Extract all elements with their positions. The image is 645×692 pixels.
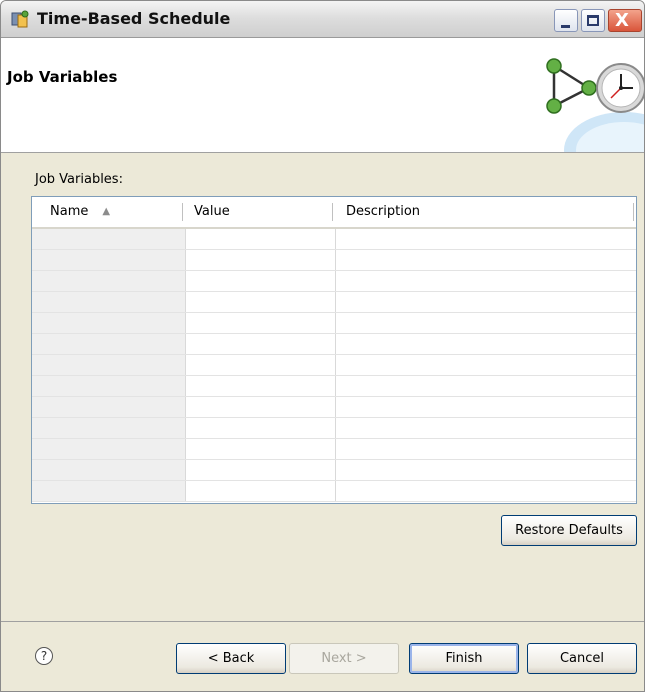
column-divider[interactable] [633, 203, 634, 221]
cell-value[interactable] [186, 229, 336, 249]
cell-value[interactable] [186, 313, 336, 333]
cell-description[interactable] [336, 229, 636, 249]
cell-name[interactable] [32, 355, 186, 375]
maximize-button[interactable] [581, 9, 605, 32]
cell-value[interactable] [186, 355, 336, 375]
close-icon: X [615, 10, 629, 31]
cell-description[interactable] [336, 334, 636, 354]
table-row[interactable] [32, 313, 636, 334]
cell-description[interactable] [336, 313, 636, 333]
cell-name[interactable] [32, 229, 186, 249]
cell-name[interactable] [32, 418, 186, 438]
cell-description[interactable] [336, 481, 636, 501]
cell-name[interactable] [32, 250, 186, 270]
column-header-name-label: Name [50, 204, 89, 219]
maximize-icon [587, 15, 599, 26]
table-row[interactable] [32, 397, 636, 418]
cell-name[interactable] [32, 397, 186, 417]
help-icon[interactable]: ? [35, 647, 53, 665]
minimize-icon [561, 25, 570, 28]
column-divider[interactable] [332, 203, 333, 221]
cancel-button[interactable]: Cancel [527, 643, 637, 674]
sort-ascending-icon: ▲ [102, 206, 111, 217]
column-header-description[interactable]: Description [346, 197, 420, 227]
table-row[interactable] [32, 460, 636, 481]
title-bar[interactable]: Time-Based Schedule X [1, 1, 644, 38]
cell-value[interactable] [186, 376, 336, 396]
cell-value[interactable] [186, 250, 336, 270]
cell-name[interactable] [32, 313, 186, 333]
table-row[interactable] [32, 292, 636, 313]
cell-name[interactable] [32, 376, 186, 396]
window-title: Time-Based Schedule [37, 9, 231, 28]
footer-divider [1, 621, 644, 622]
cell-value[interactable] [186, 439, 336, 459]
cell-value[interactable] [186, 271, 336, 291]
cell-description[interactable] [336, 418, 636, 438]
cell-description[interactable] [336, 250, 636, 270]
back-button[interactable]: < Back [176, 643, 286, 674]
cell-description[interactable] [336, 271, 636, 291]
cell-description[interactable] [336, 460, 636, 480]
wizard-header: Job Variables [1, 38, 644, 153]
cell-name[interactable] [32, 271, 186, 291]
column-header-value[interactable]: Value [194, 197, 230, 227]
cell-name[interactable] [32, 460, 186, 480]
cell-value[interactable] [186, 397, 336, 417]
finish-button[interactable]: Finish [409, 643, 519, 674]
table-row[interactable] [32, 439, 636, 460]
cell-name[interactable] [32, 292, 186, 312]
column-divider[interactable] [182, 203, 183, 221]
schedule-clock-graphic [546, 58, 644, 152]
cell-description[interactable] [336, 292, 636, 312]
table-row[interactable] [32, 376, 636, 397]
cell-description[interactable] [336, 376, 636, 396]
column-header-name[interactable]: Name ▲ [50, 197, 110, 227]
cell-name[interactable] [32, 439, 186, 459]
cell-value[interactable] [186, 334, 336, 354]
cell-value[interactable] [186, 418, 336, 438]
app-icon [11, 10, 29, 28]
restore-defaults-button[interactable]: Restore Defaults [501, 515, 637, 546]
cell-value[interactable] [186, 460, 336, 480]
next-button: Next > [289, 643, 399, 674]
job-variables-table[interactable]: Name ▲ Value Description [31, 196, 637, 504]
job-variables-label: Job Variables: [35, 172, 123, 187]
table-header: Name ▲ Value Description [32, 197, 636, 229]
table-row[interactable] [32, 229, 636, 250]
table-body [32, 229, 636, 503]
cell-value[interactable] [186, 292, 336, 312]
table-row[interactable] [32, 334, 636, 355]
cell-description[interactable] [336, 355, 636, 375]
cell-description[interactable] [336, 439, 636, 459]
column-header-description-label: Description [346, 204, 421, 219]
time-based-schedule-dialog: Time-Based Schedule X Job Variables Job … [0, 0, 645, 692]
table-row[interactable] [32, 481, 636, 502]
cell-description[interactable] [336, 397, 636, 417]
cell-value[interactable] [186, 481, 336, 501]
minimize-button[interactable] [554, 9, 578, 32]
page-title: Job Variables [7, 68, 118, 86]
column-header-value-label: Value [194, 204, 230, 219]
cell-name[interactable] [32, 334, 186, 354]
close-button[interactable]: X [608, 9, 642, 32]
table-row[interactable] [32, 355, 636, 376]
table-row[interactable] [32, 250, 636, 271]
cell-name[interactable] [32, 481, 186, 501]
table-row[interactable] [32, 418, 636, 439]
table-row[interactable] [32, 271, 636, 292]
